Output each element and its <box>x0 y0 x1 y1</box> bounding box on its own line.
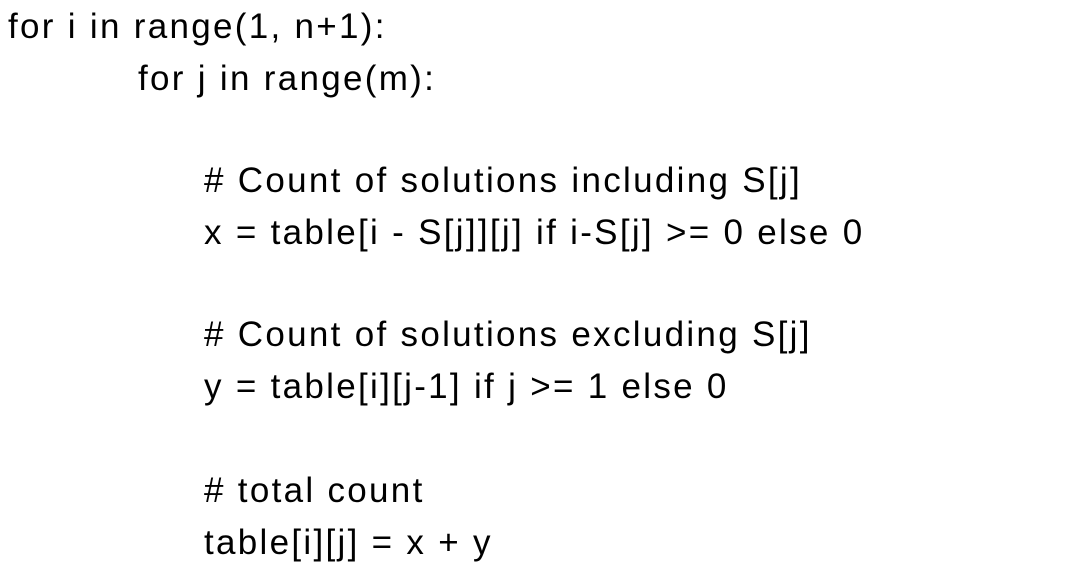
code-comment-excluding: # Count of solutions excluding S[j] <box>204 315 812 354</box>
code-line-outer-loop: for i in range(1, n+1): <box>8 7 387 46</box>
code-line-x-assignment: x = table[i - S[j]][j] if i-S[j] >= 0 el… <box>204 213 865 252</box>
code-line-table-assignment: table[i][j] = x + y <box>204 523 493 562</box>
code-block: for i in range(1, n+1): for j in range(m… <box>0 0 1084 572</box>
code-line-y-assignment: y = table[i][j-1] if j >= 1 else 0 <box>204 367 729 406</box>
code-line-inner-loop: for j in range(m): <box>138 59 437 98</box>
code-comment-total: # total count <box>204 471 425 510</box>
code-comment-including: # Count of solutions including S[j] <box>204 161 803 200</box>
